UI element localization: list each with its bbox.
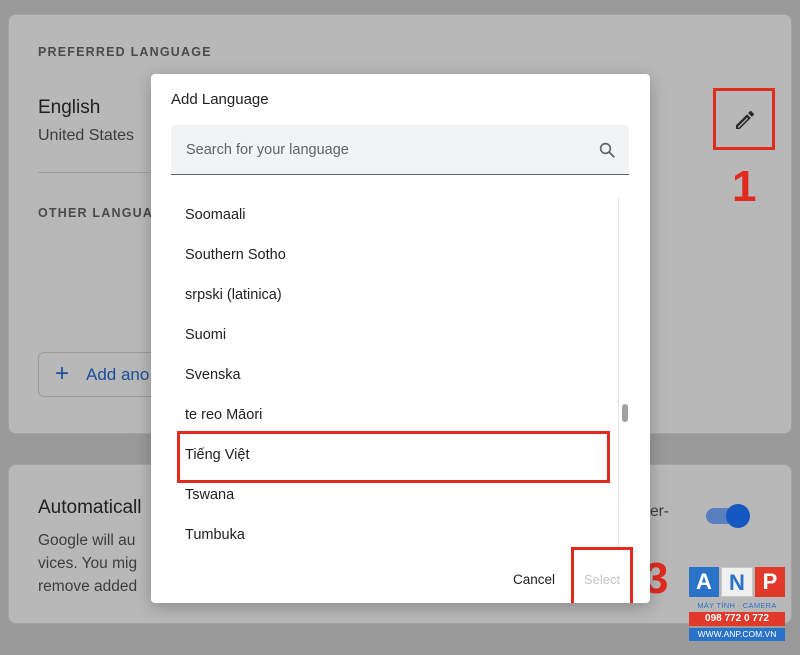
toggle-knob: [726, 504, 750, 528]
language-option-label: Southern Sotho: [185, 247, 286, 263]
logo-letter-n: N: [721, 567, 753, 597]
preferred-language-heading: PREFERRED LANGUAGE: [38, 45, 212, 59]
auto-add-description-tail: er-: [650, 503, 669, 520]
logo-letter-p: P: [755, 567, 785, 597]
other-languages-heading: OTHER LANGUA: [38, 206, 154, 220]
highlight-box-vietnamese: [177, 431, 610, 483]
scrollbar-thumb[interactable]: [622, 404, 628, 422]
preferred-language-name: English: [38, 97, 101, 118]
preferred-language-region: United States: [38, 127, 135, 144]
language-option[interactable]: srpski (latinica): [171, 275, 619, 315]
logo-letter-a: A: [689, 567, 719, 597]
anp-logo: A N P MÁY TÍNH · CAMERA 098 772 0 772 WW…: [689, 567, 785, 643]
language-option-label: Tumbuka: [185, 527, 245, 543]
language-option[interactable]: Southern Sotho: [171, 235, 619, 275]
plus-icon: +: [55, 360, 70, 387]
language-list: Soomaali Southern Sotho srpski (latinica…: [171, 195, 619, 555]
logo-tagline: MÁY TÍNH · CAMERA: [697, 601, 777, 610]
language-option[interactable]: Soomaali: [171, 195, 619, 235]
language-option[interactable]: Suomi: [171, 315, 619, 355]
language-option[interactable]: Svenska: [171, 355, 619, 395]
list-scrollbar[interactable]: [618, 198, 630, 548]
step-marker-1: 1: [732, 162, 757, 211]
language-search-box: [171, 125, 629, 175]
cancel-button[interactable]: Cancel: [500, 564, 568, 594]
logo-website: WWW.ANP.COM.VN: [689, 628, 785, 641]
language-option-label: te reo Māori: [185, 407, 263, 423]
add-language-dialog: Add Language Soomaali Southern Sotho srp…: [151, 74, 650, 603]
highlight-box-select: [571, 547, 633, 603]
pencil-icon: [736, 110, 755, 129]
language-option[interactable]: Tumbuka: [171, 515, 619, 555]
dialog-title: Add Language: [171, 91, 269, 108]
language-option-label: Svenska: [185, 367, 241, 383]
auto-add-title: Automaticall: [38, 497, 142, 518]
language-option-label: Suomi: [185, 327, 227, 343]
auto-add-description: Google will au vices. You mig remove add…: [38, 532, 138, 595]
language-search-input[interactable]: [171, 125, 591, 174]
language-option-label: Tswana: [185, 487, 235, 503]
language-option-label: Soomaali: [185, 207, 246, 223]
search-icon[interactable]: [598, 141, 616, 159]
logo-letters: A N P: [689, 567, 785, 597]
language-option-label: srpski (latinica): [185, 287, 282, 303]
edit-language-button[interactable]: [713, 88, 775, 150]
language-option[interactable]: te reo Māori: [171, 395, 619, 435]
divider: [38, 172, 150, 173]
logo-phone: 098 772 0 772: [689, 612, 785, 626]
add-language-label: Add ano: [86, 365, 150, 384]
auto-add-toggle[interactable]: [706, 504, 750, 528]
